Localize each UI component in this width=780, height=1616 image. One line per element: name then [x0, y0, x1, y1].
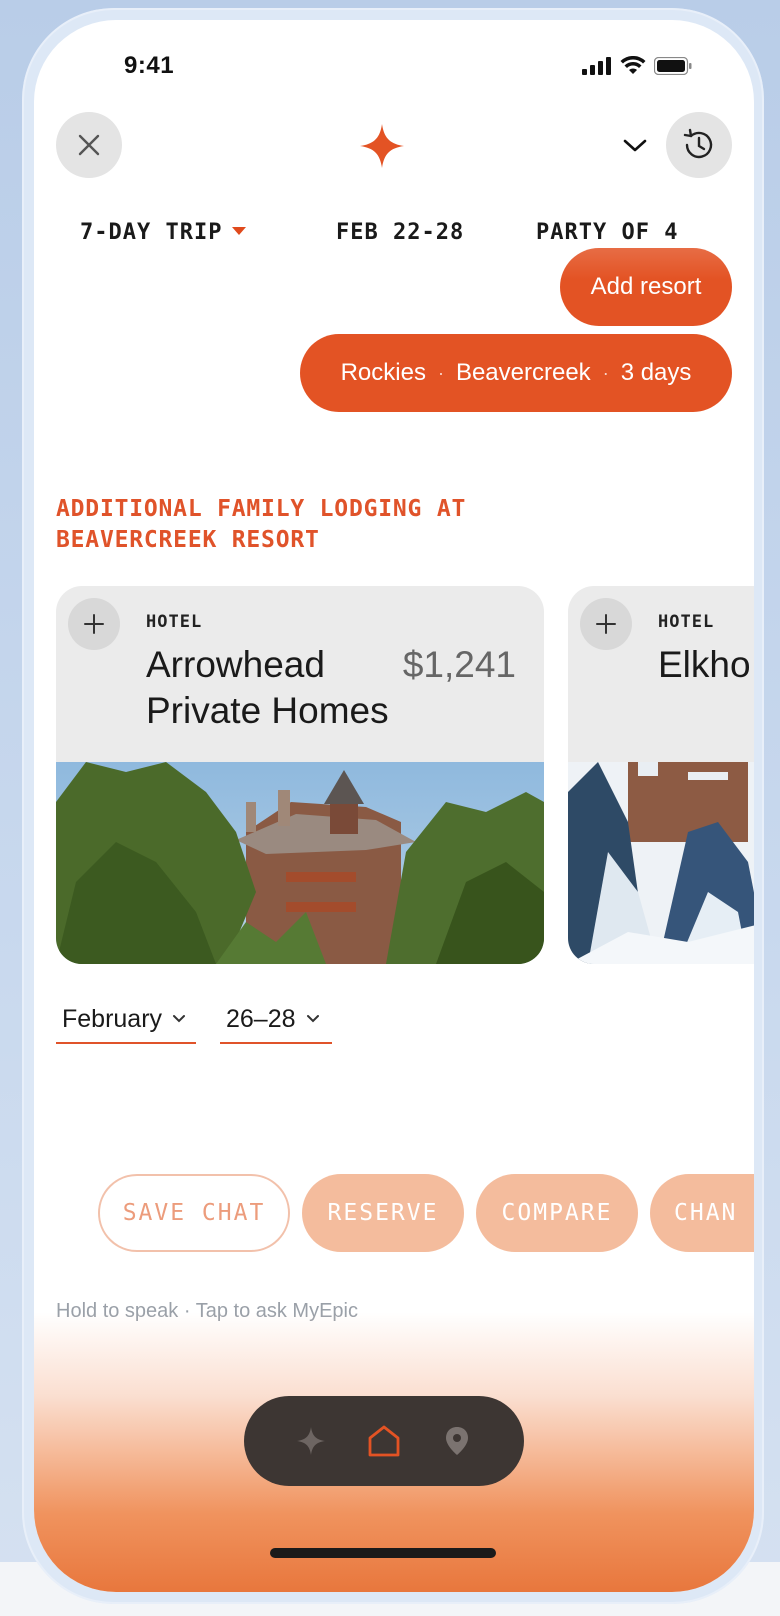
- nav-home[interactable]: [360, 1417, 408, 1465]
- history-button[interactable]: [666, 112, 732, 178]
- home-icon: [368, 1425, 400, 1457]
- section-heading: ADDITIONAL FAMILY LODGING AT BEAVERCREEK…: [56, 496, 467, 553]
- compare-button[interactable]: COMPARE: [476, 1174, 638, 1252]
- plus-icon: [84, 614, 104, 634]
- caret-down-icon: [232, 227, 247, 235]
- trip-length-label: 7-DAY TRIP: [80, 220, 223, 245]
- location-pin-icon: [446, 1427, 469, 1455]
- add-lodging-button[interactable]: [580, 598, 632, 650]
- lodging-type: HOTEL: [146, 612, 203, 632]
- route-separator: ·: [602, 362, 609, 383]
- chevron-down-icon[interactable]: [622, 138, 648, 154]
- route-resort: Beavercreek: [455, 359, 591, 386]
- action-row: SAVE CHAT RESERVE COMPARE CHAN: [34, 1174, 754, 1252]
- history-icon: [683, 128, 713, 159]
- add-resort-message: Add resort: [560, 248, 732, 326]
- trip-length-selector[interactable]: 7-DAY TRIP: [80, 220, 247, 245]
- status-time: 9:41: [124, 52, 175, 79]
- lodging-photo: [568, 762, 754, 964]
- lodging-name: Arrowhead Private Homes: [146, 644, 389, 731]
- route-message: Rockies · Beavercreek · 3 days: [300, 334, 732, 412]
- route-separator: ·: [437, 362, 444, 383]
- route-region: Rockies: [340, 359, 426, 386]
- lodging-card[interactable]: HOTEL Arrowhead Private Homes $1,241: [56, 586, 544, 964]
- status-icons: [582, 56, 692, 76]
- chevron-down-icon: [306, 1015, 319, 1023]
- month-value: February: [62, 1004, 163, 1033]
- route-duration: 3 days: [620, 359, 692, 386]
- nav-map[interactable]: [433, 1417, 481, 1465]
- app-screen: 9:41 7-DAY TRIP FEB 22-28 PARTY OF 4 Add…: [34, 20, 754, 1592]
- battery-icon: [654, 57, 692, 75]
- lodging-card[interactable]: HOTEL Elkho: [568, 586, 754, 964]
- status-bar: 9:41: [34, 20, 754, 120]
- days-value: 26–28: [226, 1004, 296, 1033]
- change-button[interactable]: CHAN: [650, 1174, 754, 1252]
- trip-dates[interactable]: FEB 22-28: [336, 220, 464, 245]
- close-button[interactable]: [56, 112, 122, 178]
- days-select[interactable]: 26–28: [220, 996, 332, 1044]
- plus-icon: [596, 614, 616, 634]
- close-icon: [78, 134, 100, 156]
- reserve-button[interactable]: RESERVE: [302, 1174, 464, 1252]
- nav-assistant[interactable]: [287, 1417, 335, 1465]
- lodging-type: HOTEL: [658, 612, 715, 632]
- home-indicator: [270, 1548, 496, 1558]
- sparkle-icon: [296, 1427, 325, 1455]
- lodging-price: $1,241: [402, 644, 516, 685]
- wifi-icon: [620, 56, 646, 74]
- bottom-nav: [244, 1396, 524, 1486]
- lodging-photo: [56, 762, 544, 964]
- lodging-name: Elkho: [658, 644, 751, 685]
- phone-frame: 9:41 7-DAY TRIP FEB 22-28 PARTY OF 4 Add…: [22, 8, 764, 1604]
- month-select[interactable]: February: [56, 996, 196, 1044]
- chevron-down-icon: [173, 1015, 186, 1023]
- sparkle-icon: [360, 124, 404, 168]
- add-lodging-button[interactable]: [68, 598, 120, 650]
- cellular-signal-icon: [582, 57, 611, 75]
- save-chat-button[interactable]: SAVE CHAT: [98, 1174, 290, 1252]
- trip-party-size[interactable]: PARTY OF 4: [536, 220, 678, 245]
